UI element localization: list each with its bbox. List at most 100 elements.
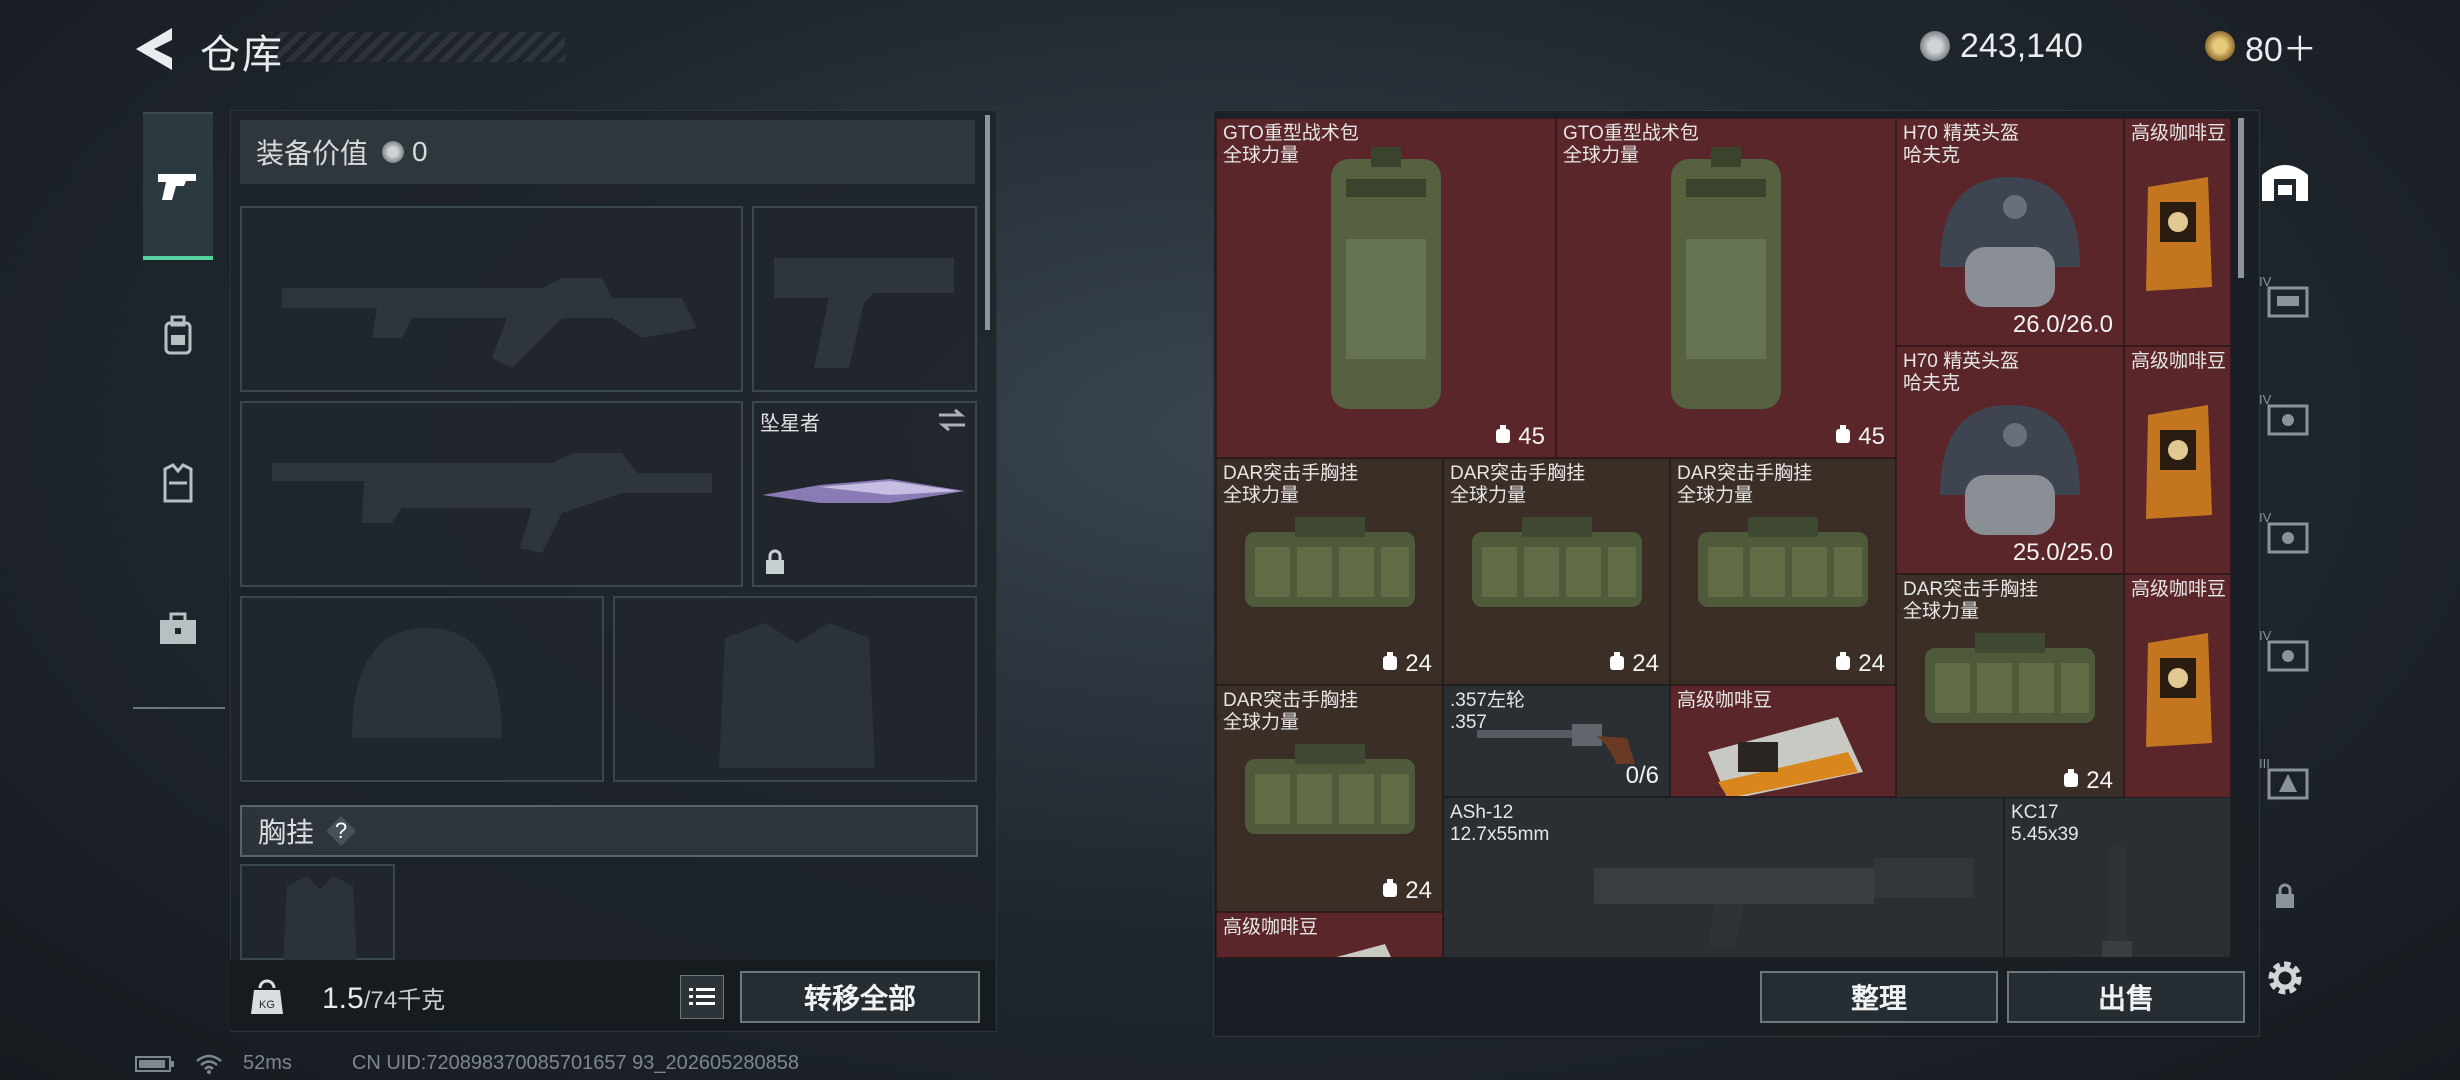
rifle-silhouette-icon [282, 278, 697, 368]
briefcase-icon [160, 612, 196, 644]
item-subtitle: 全球力量 [1223, 145, 1300, 166]
knife-icon [762, 479, 965, 503]
secondary-weapon-slot[interactable] [240, 401, 743, 587]
stash-item[interactable]: ASh-12 12.7x55mm [1443, 797, 2004, 958]
item-name: 高级咖啡豆 [1223, 917, 1318, 939]
stash-item[interactable]: DAR突击手胸挂 全球力量 24 [1896, 574, 2124, 802]
sidebar-item-case[interactable] [143, 594, 213, 664]
coffee-icon [2138, 167, 2218, 302]
item-name: DAR突击手胸挂 全球力量 [1903, 579, 2038, 623]
helmet-silhouette-icon [352, 628, 502, 738]
stash-tab-4-1[interactable]: IV [2255, 266, 2315, 326]
ticket-balance[interactable]: 80＋ [2205, 26, 2317, 69]
stash-tab-3[interactable]: III [2255, 748, 2315, 808]
item-name: 高级咖啡豆 [2131, 579, 2226, 601]
equipment-value-bar: 装备价值 0 [240, 120, 975, 184]
stash-tab-4-2[interactable]: IV [2255, 384, 2315, 444]
stash-item[interactable]: 高级咖啡豆 [1216, 912, 1443, 958]
title-decoration [270, 32, 565, 62]
list-view-button[interactable] [680, 975, 724, 1019]
melee-slot[interactable]: 坠星者 [752, 401, 977, 587]
armor-slot[interactable] [613, 596, 977, 782]
chest-rig-slot[interactable] [240, 864, 395, 962]
item-name: .357左轮 .357 [1450, 690, 1525, 734]
coffee-icon [2138, 623, 2218, 758]
stash-tab-locked[interactable] [2255, 866, 2315, 926]
item-title: ASh-12 [1450, 802, 1514, 823]
slots-icon [1381, 877, 1399, 905]
stash-item[interactable]: .357左轮 .357 0/6 [1443, 685, 1670, 797]
item-stat: 25.0/25.0 [2013, 539, 2113, 567]
transfer-all-button[interactable]: 转移全部 [740, 971, 980, 1023]
sell-button[interactable]: 出售 [2007, 971, 2245, 1023]
helmet-slot[interactable] [240, 596, 604, 782]
pistol-slot[interactable] [752, 206, 977, 392]
item-stat: 24 [2062, 767, 2113, 795]
item-stat: 24 [1834, 650, 1885, 678]
coin-icon [1920, 31, 1950, 61]
helmet-icon [1925, 395, 2095, 560]
stash-item[interactable]: 高级咖啡豆 [2124, 574, 2231, 802]
sidebar-item-backpack[interactable] [143, 300, 213, 370]
item-stat-value: 24 [1858, 650, 1885, 677]
ticket-icon [2205, 31, 2235, 61]
item-title: 高级咖啡豆 [2131, 123, 2227, 144]
stash-item[interactable]: 高级咖啡豆 [2124, 346, 2231, 574]
stash-item[interactable]: GTO重型战术包 全球力量 45 [1556, 118, 1896, 458]
item-subtitle: 全球力量 [1223, 712, 1300, 733]
help-icon[interactable]: ? [326, 816, 357, 846]
rig-icon [1462, 507, 1652, 622]
slots-icon [1381, 650, 1399, 678]
storage-box-icon: IV [2259, 274, 2309, 318]
item-subtitle: 哈夫克 [1903, 373, 1961, 394]
status-bar: 52ms CN UID:720898370085701657 93_202605… [135, 1052, 799, 1075]
item-stat: 24 [1381, 877, 1432, 905]
gear-icon [2268, 961, 2302, 995]
rifle-icon [1464, 828, 1984, 953]
stash-item[interactable]: DAR突击手胸挂 全球力量 24 [1443, 458, 1670, 685]
item-title: KC17 [2011, 802, 2059, 823]
coin-balance[interactable]: 243,140 [1920, 26, 2083, 66]
stash-tab-4-3[interactable]: IV [2255, 502, 2315, 562]
item-name: DAR突击手胸挂 全球力量 [1223, 463, 1358, 507]
stash-item[interactable]: GTO重型战术包 全球力量 45 [1216, 118, 1556, 458]
coin-amount: 243,140 [1960, 26, 2083, 65]
stash-tab-4-4[interactable]: IV [2255, 620, 2315, 680]
stash-scrollbar[interactable] [2238, 118, 2244, 278]
settings-button[interactable] [2255, 948, 2315, 1008]
item-name: H70 精英头盔 哈夫克 [1903, 123, 2019, 167]
sidebar-item-vest[interactable] [143, 448, 213, 518]
svg-text:KG: KG [259, 999, 275, 1011]
stash-item[interactable]: DAR突击手胸挂 全球力量 24 [1216, 685, 1443, 912]
coffee-bag-icon [1698, 712, 1868, 796]
swap-icon[interactable] [937, 409, 967, 431]
sidebar-item-weapons[interactable] [143, 112, 213, 260]
equip-value-amount: 0 [412, 136, 428, 167]
rig-icon [1915, 623, 2105, 738]
loadout-scrollbar[interactable] [985, 115, 990, 330]
chest-rig-section: 胸挂 ? [240, 805, 978, 857]
stash-item[interactable]: H70 精英头盔 哈夫克 25.0/25.0 [1896, 346, 2124, 574]
chest-rig-label: 胸挂 [258, 817, 315, 848]
item-title: 高级咖啡豆 [1677, 690, 1773, 711]
item-title: 高级咖啡豆 [2131, 351, 2227, 372]
capacity-icon [1834, 423, 1852, 451]
stash-item[interactable]: DAR突击手胸挂 全球力量 24 [1670, 458, 1896, 685]
item-name: ASh-12 12.7x55mm [1450, 802, 1549, 846]
primary-weapon-slot[interactable] [240, 206, 743, 392]
weight-icon: KG [251, 979, 283, 1014]
stash-item[interactable]: 高级咖啡豆 [2124, 118, 2231, 346]
coffee-icon [2138, 395, 2218, 530]
item-stat: 24 [1381, 650, 1432, 678]
stash-item[interactable]: H70 精英头盔 哈夫克 26.0/26.0 [1896, 118, 2124, 346]
lock-icon [2276, 883, 2294, 908]
stash-item[interactable]: KC17 5.45x39 [2004, 797, 2231, 958]
stash-item[interactable]: 高级咖啡豆 [1670, 685, 1896, 797]
item-name: 高级咖啡豆 [1677, 690, 1772, 712]
stash-tab-all[interactable] [2255, 150, 2315, 210]
stash-item[interactable]: DAR突击手胸挂 全球力量 24 [1216, 458, 1443, 685]
item-title: 高级咖啡豆 [2131, 579, 2227, 600]
item-subtitle: 12.7x55mm [1450, 824, 1550, 845]
back-button[interactable] [132, 26, 182, 72]
sort-button[interactable]: 整理 [1760, 971, 1998, 1023]
